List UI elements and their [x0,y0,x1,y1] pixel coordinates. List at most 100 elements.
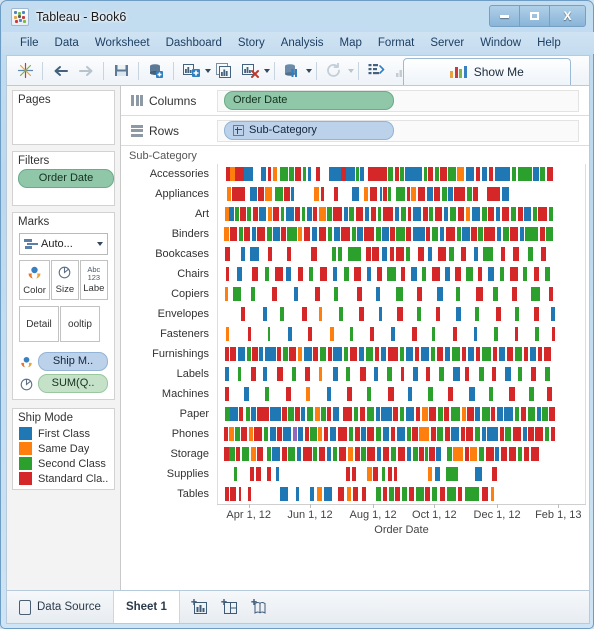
gantt-mark[interactable] [247,327,252,341]
gantt-mark[interactable] [341,167,346,181]
gantt-mark[interactable] [321,407,326,421]
gantt-mark[interactable] [406,187,411,201]
plot-row[interactable] [218,264,585,284]
gantt-mark[interactable] [428,447,435,461]
gantt-mark[interactable] [318,367,323,381]
pause-updates-icon[interactable] [279,59,305,83]
gantt-mark[interactable] [244,227,251,241]
gantt-mark[interactable] [237,347,246,361]
gantt-mark[interactable] [509,267,519,281]
gantt-mark[interactable] [446,467,458,481]
gantt-mark[interactable] [529,347,536,361]
plot-row[interactable] [218,444,585,464]
gantt-mark[interactable] [468,387,475,401]
plot-row[interactable] [218,464,585,484]
gantt-mark[interactable] [374,347,379,361]
row-header-label[interactable]: Chairs [121,264,216,284]
gantt-mark[interactable] [464,487,480,501]
gantt-mark[interactable] [372,247,380,261]
gantt-mark[interactable] [511,287,518,301]
gantt-mark[interactable] [413,207,421,221]
gantt-mark[interactable] [550,427,555,441]
gantt-mark[interactable] [367,267,372,281]
gantt-mark[interactable] [251,367,257,381]
gantt-mark[interactable] [353,487,359,501]
gantt-mark[interactable] [282,447,287,461]
gantt-mark[interactable] [487,187,500,201]
gantt-mark[interactable] [427,387,433,401]
plot-row[interactable] [218,244,585,264]
gantt-mark[interactable] [224,447,229,461]
gantt-mark[interactable] [387,467,392,481]
gantt-mark[interactable] [314,187,319,201]
gantt-mark[interactable] [339,447,347,461]
gantt-mark[interactable] [481,427,486,441]
gantt-mark[interactable] [465,267,473,281]
gantt-mark[interactable] [540,247,547,261]
gantt-mark[interactable] [382,447,390,461]
gantt-mark[interactable] [401,487,408,501]
gantt-mark[interactable] [241,447,250,461]
gantt-mark[interactable] [388,487,394,501]
gantt-mark[interactable] [368,167,388,181]
gantt-mark[interactable] [502,227,509,241]
gantt-mark[interactable] [453,447,463,461]
gantt-mark[interactable] [255,467,261,481]
gantt-mark[interactable] [548,207,554,221]
gantt-mark[interactable] [314,287,321,301]
gantt-mark[interactable] [297,427,303,441]
gantt-mark[interactable] [301,407,306,421]
menu-item-file[interactable]: File [12,35,47,51]
clear-sheet-icon[interactable] [237,59,263,83]
gantt-mark[interactable] [257,227,266,241]
gantt-mark[interactable] [475,167,481,181]
gantt-mark[interactable] [537,347,543,361]
gantt-mark[interactable] [261,167,267,181]
menu-item-server[interactable]: Server [422,35,472,51]
row-header-label[interactable]: Machines [121,384,216,404]
gantt-mark[interactable] [315,167,321,181]
gantt-mark[interactable] [455,267,461,281]
gantt-mark[interactable] [375,227,381,241]
gantt-mark[interactable] [422,207,428,221]
gantt-mark[interactable] [305,367,310,381]
gantt-mark[interactable] [326,387,332,401]
gantt-mark[interactable] [381,247,387,261]
gantt-mark[interactable] [544,347,552,361]
gantt-mark[interactable] [465,167,474,181]
gantt-mark[interactable] [421,407,428,421]
gantt-mark[interactable] [485,447,494,461]
gantt-mark[interactable] [333,227,340,241]
gantt-mark[interactable] [444,427,450,441]
gantt-mark[interactable] [500,247,506,261]
gantt-mark[interactable] [264,267,269,281]
gantt-mark[interactable] [274,267,283,281]
gantt-mark[interactable] [359,407,366,421]
gantt-mark[interactable] [519,227,524,241]
gantt-mark[interactable] [235,207,239,221]
gantt-mark[interactable] [263,427,269,441]
row-header-label[interactable]: Art [121,204,216,224]
gantt-mark[interactable] [380,347,387,361]
gantt-mark[interactable] [487,427,499,441]
gantt-mark[interactable] [540,167,546,181]
new-story-tab-icon[interactable] [250,598,270,616]
gantt-mark[interactable] [381,407,392,421]
gantt-mark[interactable] [295,207,300,221]
gantt-mark[interactable] [438,247,446,261]
gantt-mark[interactable] [400,267,406,281]
rows-pill-sub-category[interactable]: Sub-Category [224,121,394,140]
gantt-mark[interactable] [419,447,424,461]
filters-card[interactable]: Filters Order Date [12,151,115,206]
gantt-mark[interactable] [419,427,430,441]
gantt-mark[interactable] [329,327,334,341]
row-header-label[interactable]: Phones [121,424,216,444]
gantt-mark[interactable] [481,167,488,181]
gantt-mark[interactable] [265,347,276,361]
gantt-mark[interactable] [482,247,494,261]
gantt-mark[interactable] [313,207,318,221]
gantt-mark[interactable] [432,267,441,281]
gantt-mark[interactable] [425,447,428,461]
gantt-mark[interactable] [488,167,494,181]
gantt-mark[interactable] [248,487,251,501]
